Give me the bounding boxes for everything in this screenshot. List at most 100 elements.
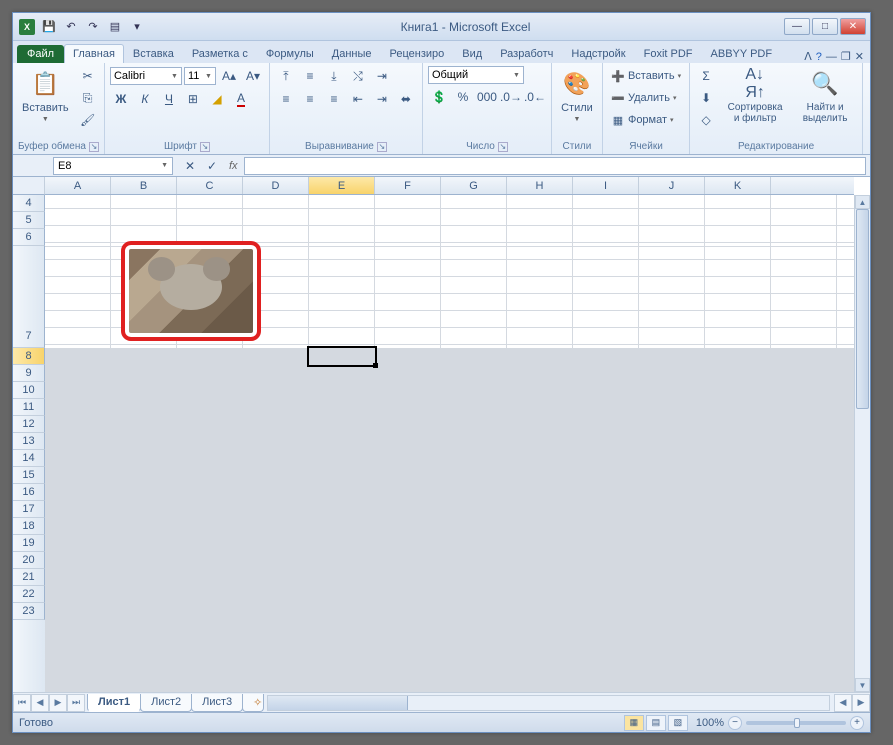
col-header[interactable]: F xyxy=(375,177,441,194)
number-format-combo[interactable]: Общий▼ xyxy=(428,66,524,84)
find-select-button[interactable]: 🔍 Найти и выделить xyxy=(793,66,857,126)
scroll-right-icon[interactable]: ▶ xyxy=(852,694,870,712)
merge-icon[interactable]: ⬌ xyxy=(395,89,417,109)
embedded-picture-frame[interactable] xyxy=(121,241,261,341)
tab-foxit[interactable]: Foxit PDF xyxy=(635,44,702,63)
fill-icon[interactable]: ⬇ xyxy=(695,88,717,108)
fill-handle[interactable] xyxy=(373,363,378,368)
col-header[interactable]: C xyxy=(177,177,243,194)
print-icon[interactable]: ▤ xyxy=(105,17,125,37)
tab-insert[interactable]: Вставка xyxy=(124,44,183,63)
undo-icon[interactable]: ↶ xyxy=(61,17,81,37)
font-name-combo[interactable]: Calibri▼ xyxy=(110,67,182,85)
styles-button[interactable]: 🎨 Стили ▼ xyxy=(557,66,597,125)
row-header[interactable]: 7 xyxy=(13,246,45,348)
col-header[interactable]: A xyxy=(45,177,111,194)
row-header[interactable]: 21 xyxy=(13,569,45,586)
row-header[interactable]: 6 xyxy=(13,229,45,246)
doc-close-icon[interactable]: ✕ xyxy=(855,50,864,63)
hscroll-thumb[interactable] xyxy=(268,696,408,710)
col-header[interactable]: E xyxy=(309,177,375,194)
row-header[interactable]: 22 xyxy=(13,586,45,603)
horizontal-scrollbar[interactable] xyxy=(267,695,830,711)
scroll-down-icon[interactable]: ▼ xyxy=(855,678,870,692)
align-top-icon[interactable]: ⤒ xyxy=(275,66,297,86)
align-right-icon[interactable]: ≡ xyxy=(323,89,345,109)
tab-addins[interactable]: Надстройк xyxy=(562,44,634,63)
wrap-text-icon[interactable]: ⇥ xyxy=(371,66,393,86)
zoom-level[interactable]: 100% xyxy=(696,717,724,729)
fx-icon[interactable]: fx xyxy=(229,160,238,172)
col-header[interactable]: I xyxy=(573,177,639,194)
scroll-thumb[interactable] xyxy=(856,209,869,409)
format-cells-button[interactable]: ▦Формат ▾ xyxy=(608,110,684,130)
select-all-corner[interactable] xyxy=(13,177,45,195)
view-pagebreak-icon[interactable]: ▧ xyxy=(668,715,688,731)
zoom-slider-thumb[interactable] xyxy=(794,718,800,728)
bold-button[interactable]: Ж xyxy=(110,89,132,109)
row-header[interactable]: 8 xyxy=(13,348,45,365)
font-color-icon[interactable]: A xyxy=(230,89,252,109)
help-icon[interactable]: ? xyxy=(816,51,822,63)
maximize-button[interactable]: □ xyxy=(812,18,838,35)
delete-cells-button[interactable]: ➖Удалить ▾ xyxy=(608,88,684,108)
col-header[interactable]: K xyxy=(705,177,771,194)
align-middle-icon[interactable]: ≡ xyxy=(299,66,321,86)
cells-area[interactable] xyxy=(45,195,854,692)
align-bottom-icon[interactable]: ⤓ xyxy=(323,66,345,86)
col-header[interactable]: H xyxy=(507,177,573,194)
enter-formula-icon[interactable]: ✓ xyxy=(201,156,223,176)
increase-decimal-icon[interactable]: .0→ xyxy=(500,87,522,107)
first-sheet-icon[interactable]: ⏮ xyxy=(13,694,31,712)
font-size-combo[interactable]: 11▼ xyxy=(184,67,216,85)
sheet-tab[interactable]: Лист2 xyxy=(140,694,192,712)
row-header[interactable]: 11 xyxy=(13,399,45,416)
doc-minimize-icon[interactable]: — xyxy=(826,51,837,63)
align-center-icon[interactable]: ≡ xyxy=(299,89,321,109)
view-layout-icon[interactable]: ▤ xyxy=(646,715,666,731)
row-header[interactable]: 10 xyxy=(13,382,45,399)
scroll-left-icon[interactable]: ◀ xyxy=(834,694,852,712)
align-left-icon[interactable]: ≡ xyxy=(275,89,297,109)
shrink-font-icon[interactable]: A▾ xyxy=(242,66,264,86)
name-box[interactable]: E8▼ xyxy=(53,157,173,175)
row-header[interactable]: 5 xyxy=(13,212,45,229)
decrease-indent-icon[interactable]: ⇤ xyxy=(347,89,369,109)
zoom-slider[interactable] xyxy=(746,721,846,725)
tab-abbyy[interactable]: ABBYY PDF xyxy=(702,44,782,63)
row-header[interactable]: 12 xyxy=(13,416,45,433)
row-header[interactable]: 13 xyxy=(13,433,45,450)
excel-icon[interactable]: X xyxy=(17,17,37,37)
redo-icon[interactable]: ↷ xyxy=(83,17,103,37)
next-sheet-icon[interactable]: ▶ xyxy=(49,694,67,712)
tab-file[interactable]: Файл xyxy=(17,45,64,63)
tab-home[interactable]: Главная xyxy=(64,44,124,63)
insert-cells-button[interactable]: ➕Вставить ▾ xyxy=(608,66,684,86)
percent-icon[interactable]: % xyxy=(452,87,474,107)
row-header[interactable]: 16 xyxy=(13,484,45,501)
tab-layout[interactable]: Разметка с xyxy=(183,44,257,63)
grow-font-icon[interactable]: A▴ xyxy=(218,66,240,86)
decrease-decimal-icon[interactable]: .0← xyxy=(524,87,546,107)
tab-developer[interactable]: Разработч xyxy=(491,44,562,63)
tab-review[interactable]: Рецензиро xyxy=(381,44,454,63)
save-icon[interactable]: 💾 xyxy=(39,17,59,37)
row-header[interactable]: 23 xyxy=(13,603,45,620)
tab-data[interactable]: Данные xyxy=(323,44,381,63)
scroll-up-icon[interactable]: ▲ xyxy=(855,195,870,209)
minimize-button[interactable]: — xyxy=(784,18,810,35)
copy-icon[interactable]: ⎘ xyxy=(77,88,99,108)
increase-indent-icon[interactable]: ⇥ xyxy=(371,89,393,109)
last-sheet-icon[interactable]: ⏭ xyxy=(67,694,85,712)
formula-input[interactable] xyxy=(244,157,866,175)
cancel-formula-icon[interactable]: ✕ xyxy=(179,156,201,176)
vertical-scrollbar[interactable]: ▲ ▼ xyxy=(854,195,870,692)
number-dialog-launcher[interactable]: ↘ xyxy=(498,142,508,152)
borders-icon[interactable]: ⊞ xyxy=(182,89,204,109)
selected-cell[interactable] xyxy=(309,348,375,365)
row-header[interactable]: 4 xyxy=(13,195,45,212)
zoom-out-icon[interactable]: − xyxy=(728,716,742,730)
row-header[interactable]: 20 xyxy=(13,552,45,569)
row-header[interactable]: 9 xyxy=(13,365,45,382)
clipboard-dialog-launcher[interactable]: ↘ xyxy=(89,142,99,152)
